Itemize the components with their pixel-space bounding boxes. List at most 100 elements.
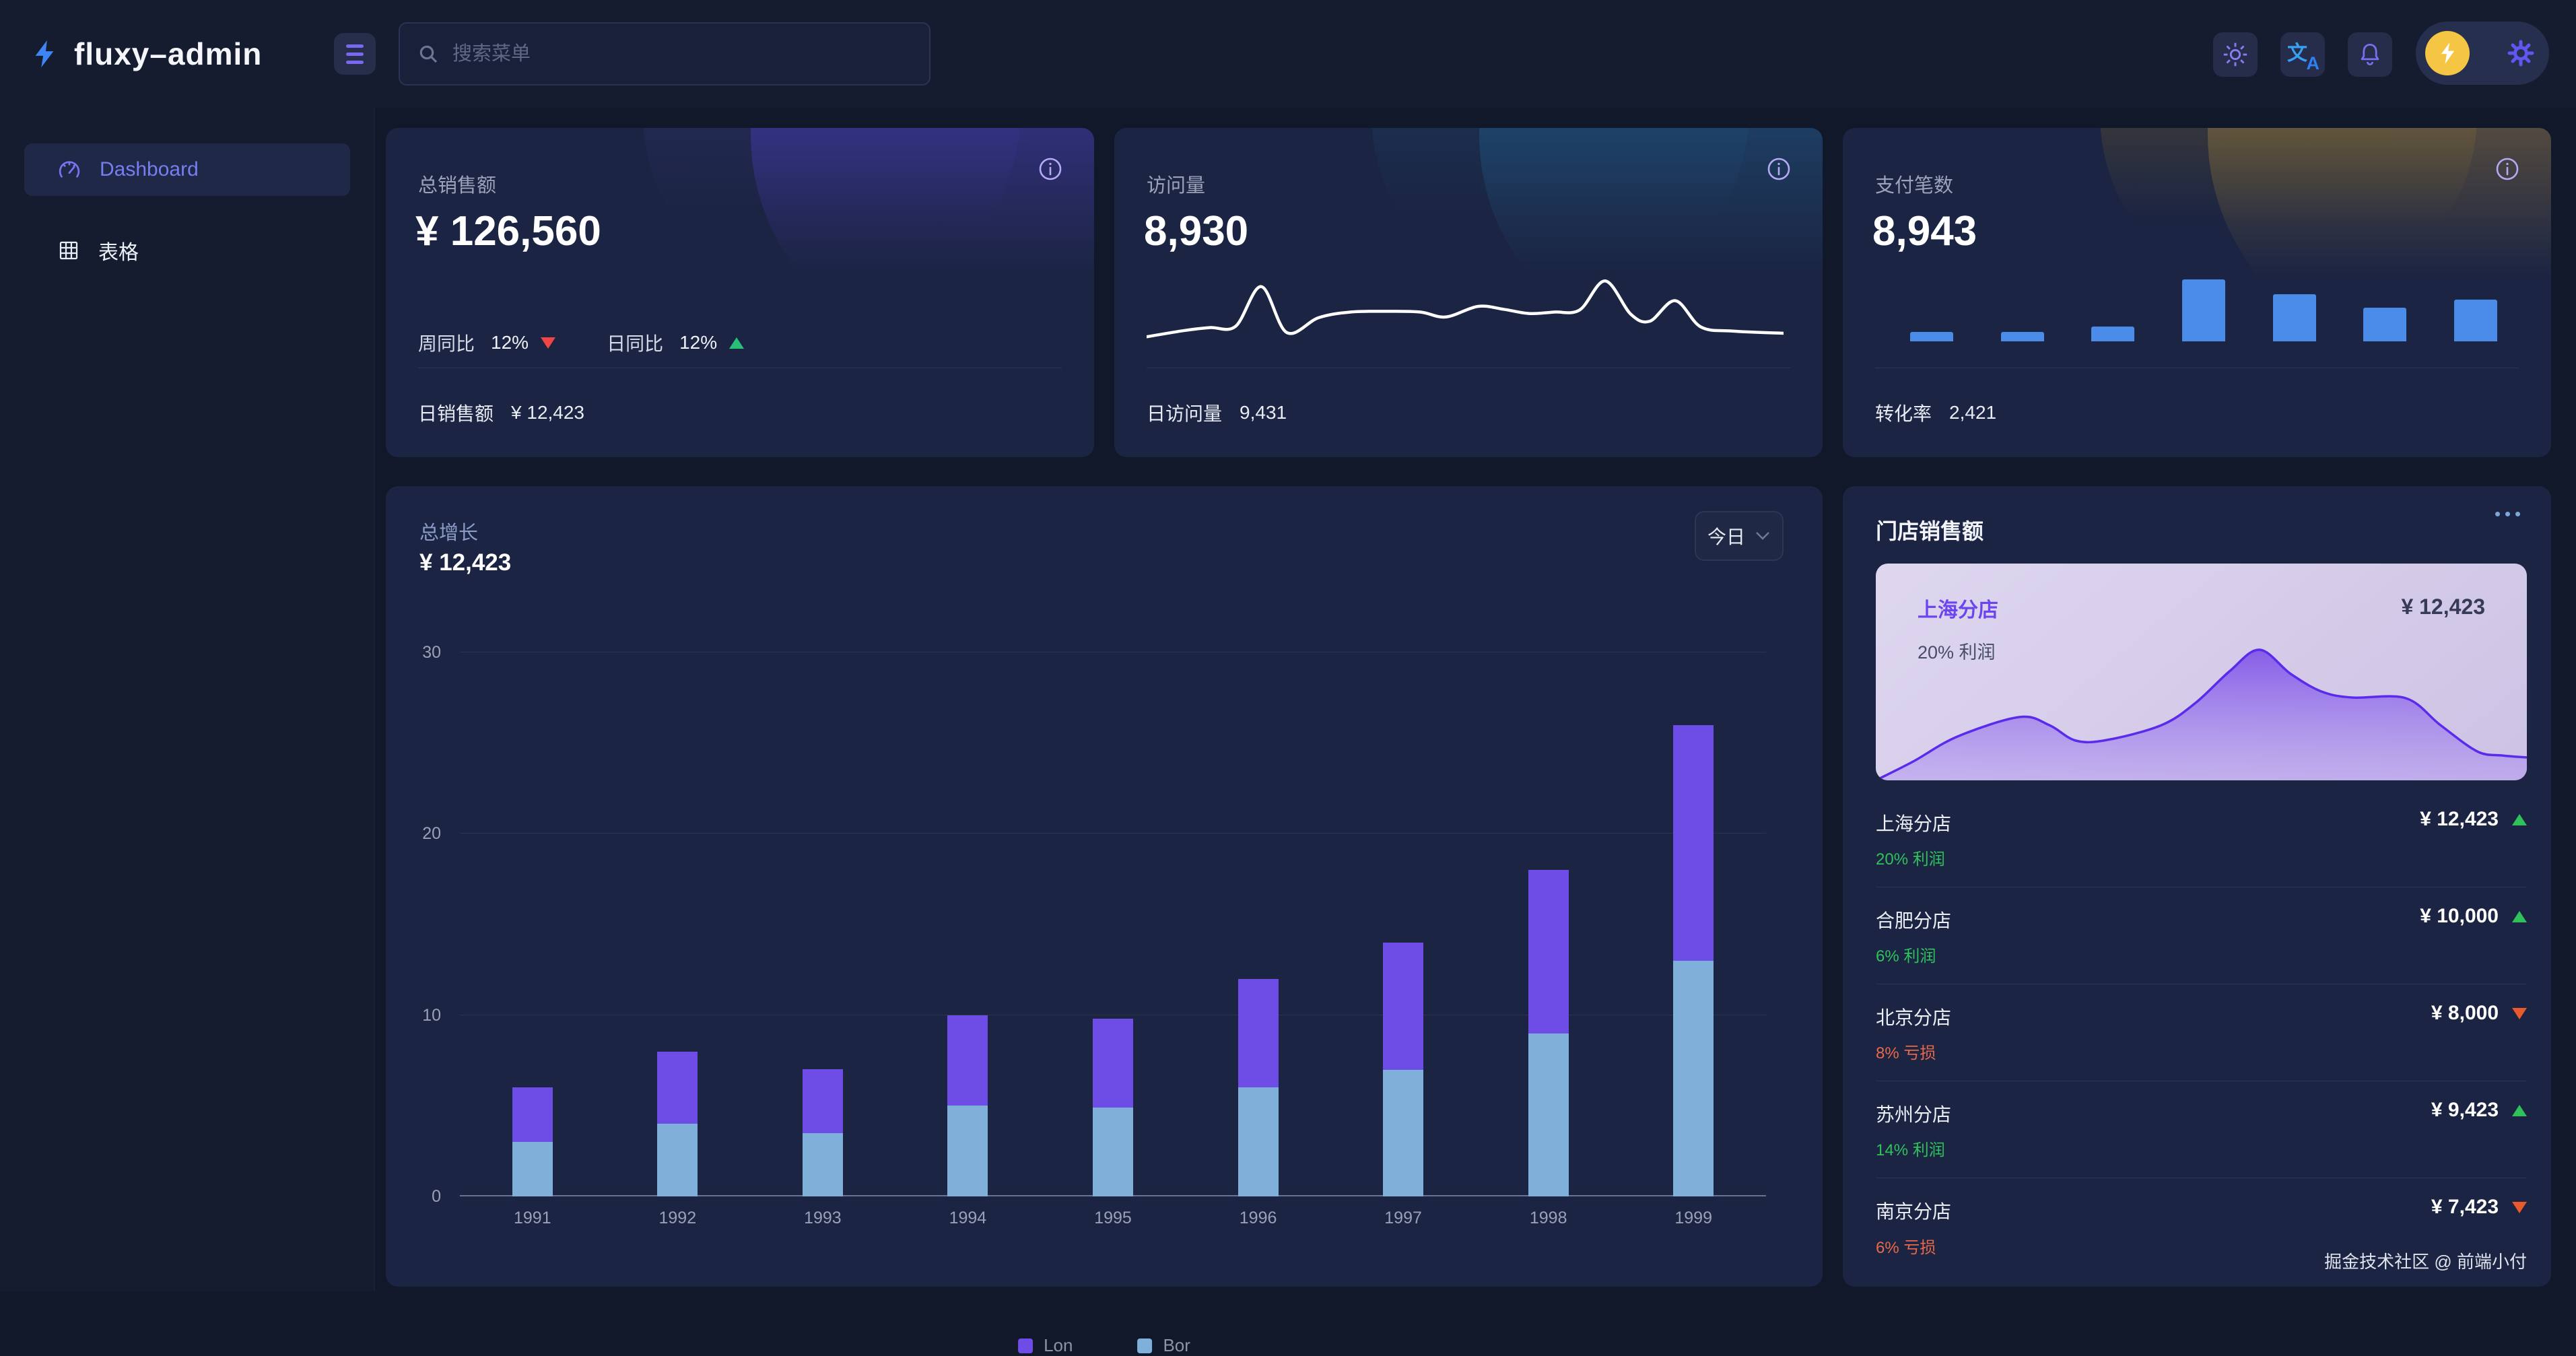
payments-mini-bar-chart [1910, 277, 2497, 341]
store-list: 上海分店 ¥ 12,423 20% 利润合肥分店¥ 10,0006% 利润北京分店 ¥… [1876, 790, 2527, 1276]
notifications-button[interactable] [2348, 32, 2392, 77]
menu-toggle-button[interactable] [334, 33, 376, 75]
decor-circle [2100, 128, 2477, 303]
brand-logo: fluxy–admin [30, 0, 262, 108]
store-profit-label: 20% 利润 [1876, 846, 1945, 869]
growth-title: 总增长 [419, 517, 478, 545]
avatar[interactable] [2425, 31, 2470, 75]
bar-segment-lon [657, 1052, 698, 1124]
trend-up-icon [2512, 1105, 2527, 1116]
bar-segment-lon [947, 1015, 988, 1106]
footer-value: 2,421 [1949, 402, 1996, 423]
legend-item-bor[interactable]: Bor [1137, 1335, 1190, 1356]
avatar-lightning-icon [2437, 42, 2458, 65]
store-value: ¥ 9,423 [2431, 1099, 2527, 1122]
legend-label: Lon [1044, 1335, 1073, 1356]
store-row[interactable]: 合肥分店¥ 10,0006% 利润 [1876, 887, 2527, 984]
bell-icon [2355, 40, 2385, 69]
stat-footer: 转化率 2,421 [1875, 368, 2519, 457]
chevron-down-icon [1755, 531, 1771, 541]
translate-icon: 文A [2287, 39, 2318, 70]
store-row[interactable]: 北京分店¥ 8,0008% 亏损 [1876, 984, 2527, 1081]
more-menu-icon[interactable] [2495, 512, 2520, 516]
sidebar-item-label: 表格 [98, 236, 139, 265]
store-row[interactable]: 苏州分店¥ 9,42314% 利润 [1876, 1081, 2527, 1178]
decor-circle [1371, 128, 1749, 303]
sidebar: Dashboard 表格 [0, 108, 375, 1291]
footer-value: 9,431 [1240, 402, 1287, 423]
legend-swatch [1137, 1338, 1152, 1353]
store-value-text: ¥ 10,000 [2420, 905, 2499, 928]
bar-segment-lon [803, 1069, 843, 1132]
stores-title: 门店销售额 [1876, 514, 1984, 545]
store-value-text: ¥ 9,423 [2431, 1099, 2499, 1122]
brand-name: fluxy–admin [74, 36, 262, 72]
chart-legend: Lon Bor [1018, 1335, 1190, 1356]
featured-store-name: 上海分店 [1918, 593, 1998, 623]
y-axis-label: 10 [401, 1005, 441, 1025]
topbar: fluxy–admin 文A [0, 0, 2576, 108]
x-axis-label: 1995 [1066, 1209, 1160, 1228]
stat-card-visits: 访问量 8,930 日访问量 9,431 [1114, 128, 1823, 457]
store-row[interactable]: 上海分店 ¥ 12,423 20% 利润 [1876, 790, 2527, 887]
bar-segment-bor [1093, 1108, 1133, 1196]
stat-card-total-sales: 总销售额 ¥ 126,560 周同比 12% 日同比 12% 日销售额 ¥ 12… [386, 128, 1094, 457]
stat-value: ¥ 126,560 [415, 207, 601, 255]
info-icon[interactable] [1765, 155, 1793, 187]
stat-footer: 日销售额 ¥ 12,423 [418, 368, 1062, 457]
x-axis-label: 1996 [1211, 1209, 1306, 1228]
bar-segment-lon [1673, 725, 1714, 961]
bar-segment-bor [512, 1142, 553, 1196]
featured-store-card[interactable]: 上海分店 ¥ 12,423 20% 利润 [1876, 564, 2527, 780]
theme-toggle-button[interactable] [2213, 32, 2258, 77]
bar-segment-lon [1238, 979, 1279, 1088]
x-axis-label: 1992 [630, 1209, 724, 1228]
growth-stacked-bar-chart: 0102030199119921993199419951996199719981… [460, 652, 1766, 1196]
store-area-chart [1876, 646, 2527, 780]
language-button[interactable]: 文A [2280, 32, 2325, 77]
sidebar-item-dashboard[interactable]: Dashboard [24, 143, 350, 196]
footer-label: 转化率 [1875, 399, 1932, 426]
stat-value: 8,930 [1144, 207, 1248, 255]
legend-item-lon[interactable]: Lon [1018, 1335, 1073, 1356]
growth-chart-card: 总增长 ¥ 12,423 今日 010203019911992199319941… [386, 486, 1823, 1287]
bar-segment-bor [1673, 961, 1714, 1196]
store-name: 南京分店 [1876, 1197, 1951, 1224]
mini-bar [2091, 327, 2134, 341]
y-axis-label: 0 [401, 1186, 441, 1207]
bar-segment-lon [1383, 943, 1423, 1070]
sidebar-item-label: Dashboard [100, 158, 199, 181]
bar-segment-bor [947, 1106, 988, 1196]
info-icon[interactable] [1036, 155, 1064, 187]
credit-text: 掘金技术社区 @ 前端小付 [2324, 1248, 2527, 1273]
legend-label: Bor [1163, 1335, 1190, 1356]
bar-segment-bor [1383, 1070, 1423, 1197]
sidebar-item-table[interactable]: 表格 [24, 224, 350, 277]
date-range-select[interactable]: 今日 [1695, 511, 1784, 561]
featured-store-profit: 20% 利润 [1918, 638, 1996, 664]
x-axis-label: 1994 [920, 1209, 1015, 1228]
trend-up-icon [2512, 814, 2527, 825]
growth-value: ¥ 12,423 [419, 549, 511, 576]
mini-bar [2273, 294, 2316, 341]
search-bar[interactable] [399, 22, 930, 86]
stat-title: 访问量 [1147, 170, 1205, 198]
bar-segment-lon [512, 1087, 553, 1142]
trend-down-icon [541, 337, 555, 349]
store-name: 北京分店 [1876, 1003, 1951, 1030]
trend-value: 12% [679, 332, 717, 353]
featured-store-value: ¥ 12,423 [2401, 595, 2485, 619]
user-settings-pill[interactable] [2416, 22, 2549, 85]
x-axis-label: 1997 [1356, 1209, 1450, 1228]
gear-icon[interactable] [2505, 37, 2537, 69]
x-axis-label: 1999 [1646, 1209, 1740, 1228]
store-value-text: ¥ 12,423 [2420, 808, 2499, 831]
table-icon [57, 238, 81, 263]
y-axis-label: 20 [401, 823, 441, 844]
search-input[interactable] [451, 42, 912, 66]
store-name: 上海分店 [1876, 809, 1951, 836]
trend-label: 日同比 [607, 329, 663, 356]
footer-label: 日访问量 [1147, 399, 1222, 426]
store-value-text: ¥ 8,000 [2431, 1002, 2499, 1025]
info-icon[interactable] [2493, 155, 2521, 187]
